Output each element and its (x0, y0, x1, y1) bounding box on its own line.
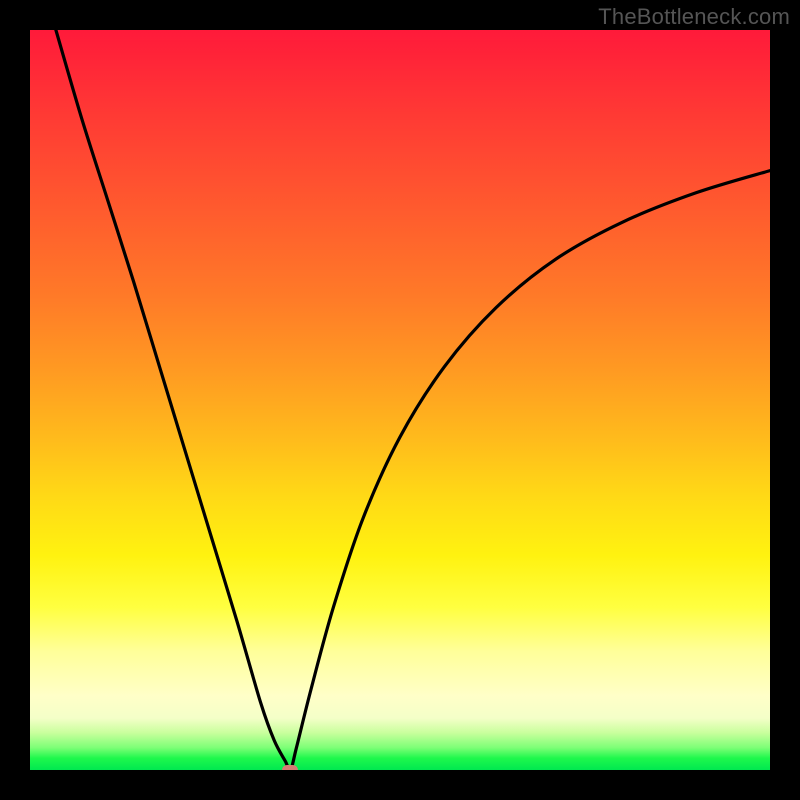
chart-container: TheBottleneck.com (0, 0, 800, 800)
minimum-marker (282, 765, 298, 770)
watermark-text: TheBottleneck.com (598, 4, 790, 30)
bottleneck-curve (30, 30, 770, 770)
plot-area (30, 30, 770, 770)
